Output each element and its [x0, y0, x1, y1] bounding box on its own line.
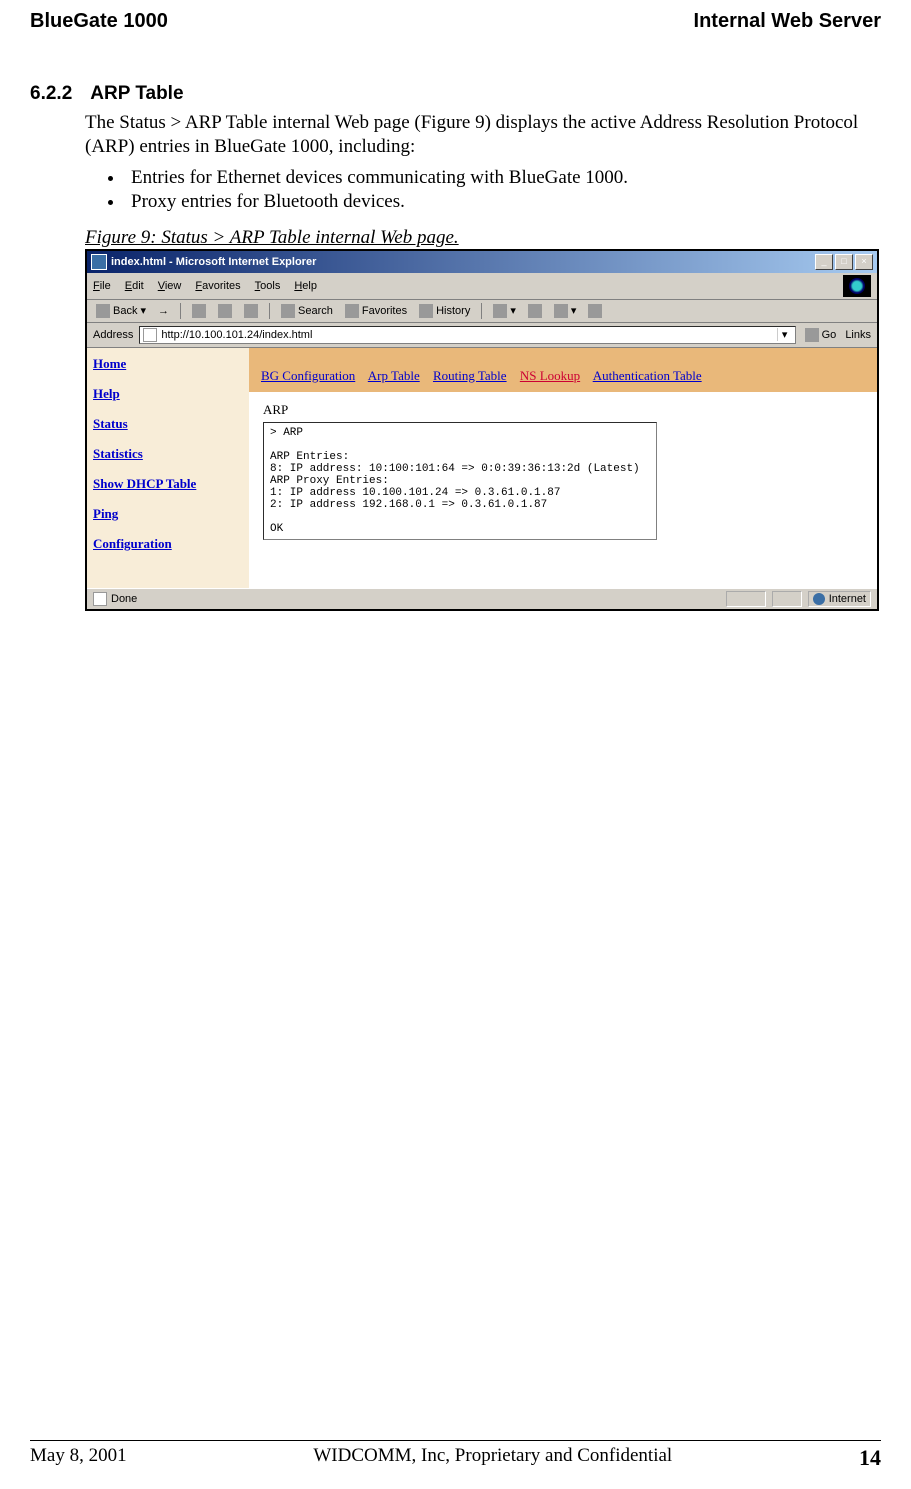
maximize-button[interactable]: □ [835, 254, 853, 270]
arp-terminal-output: > ARP ARP Entries: 8: IP address: 10:100… [263, 422, 657, 540]
address-value: http://10.100.101.24/index.html [161, 329, 772, 341]
footer-page-number: 14 [859, 1445, 881, 1471]
status-segment [726, 591, 766, 607]
favorites-icon [345, 304, 359, 318]
tab-routing-table[interactable]: Routing Table [433, 368, 507, 383]
arp-heading: ARP [263, 402, 863, 418]
window-title: index.html - Microsoft Internet Explorer [111, 256, 815, 268]
tab-arp-table[interactable]: Arp Table [368, 368, 420, 383]
address-input[interactable]: http://10.100.101.24/index.html ▾ [139, 326, 795, 344]
stop-icon [192, 304, 206, 318]
section-heading: 6.2.2 ARP Table [30, 83, 881, 105]
refresh-button[interactable] [215, 303, 235, 319]
statusbar: Done Internet [87, 588, 877, 609]
search-icon [281, 304, 295, 318]
home-icon [244, 304, 258, 318]
tab-band: BG Configuration Arp Table Routing Table… [249, 348, 877, 392]
page-header: BlueGate 1000 Internal Web Server [30, 10, 881, 33]
tab-ns-lookup[interactable]: NS Lookup [520, 368, 580, 383]
links-label[interactable]: Links [845, 329, 871, 341]
ie-logo-icon [843, 275, 871, 297]
sidebar-item-home[interactable]: Home [93, 356, 243, 372]
status-segment [772, 591, 802, 607]
stop-button[interactable] [189, 303, 209, 319]
sidebar-item-help[interactable]: Help [93, 386, 243, 402]
minimize-button[interactable]: _ [815, 254, 833, 270]
menu-help[interactable]: Help [294, 280, 317, 292]
favorites-button[interactable]: Favorites [342, 303, 410, 319]
figure-caption: Figure 9: Status > ARP Table internal We… [85, 227, 881, 249]
header-left: BlueGate 1000 [30, 10, 168, 33]
footer-date: May 8, 2001 [30, 1445, 127, 1471]
menu-view[interactable]: View [158, 280, 182, 292]
intro-paragraph: The Status > ARP Table internal Web page… [85, 111, 881, 159]
toolbar: Back ▾ → Search Favorites History ▾ ▾ [87, 300, 877, 323]
page-footer: May 8, 2001 WIDCOMM, Inc, Proprietary an… [30, 1440, 881, 1471]
footer-confidential: WIDCOMM, Inc, Proprietary and Confidenti… [127, 1445, 859, 1471]
addressbar: Address http://10.100.101.24/index.html … [87, 323, 877, 348]
sidebar-item-ping[interactable]: Ping [93, 506, 243, 522]
sidebar-item-status[interactable]: Status [93, 416, 243, 432]
history-button[interactable]: History [416, 303, 473, 319]
mail-button[interactable]: ▾ [490, 303, 519, 319]
back-icon [96, 304, 110, 318]
header-right: Internal Web Server [694, 10, 881, 33]
print-icon [528, 304, 542, 318]
back-button[interactable]: Back ▾ [93, 303, 149, 319]
sidebar-item-dhcp[interactable]: Show DHCP Table [93, 476, 243, 492]
bullet-item: Entries for Ethernet devices communicati… [125, 167, 881, 189]
go-button[interactable]: Go [802, 327, 840, 343]
status-page-icon [93, 592, 107, 606]
tab-bg-config[interactable]: BG Configuration [261, 368, 355, 383]
print-button[interactable] [525, 303, 545, 319]
menu-edit[interactable]: Edit [125, 280, 144, 292]
menu-file[interactable]: File [93, 280, 111, 292]
titlebar: index.html - Microsoft Internet Explorer… [87, 251, 877, 273]
go-icon [805, 328, 819, 342]
page-icon [143, 328, 157, 342]
browser-window: index.html - Microsoft Internet Explorer… [85, 249, 879, 611]
edit-button[interactable]: ▾ [551, 303, 580, 319]
internet-icon [813, 593, 825, 605]
address-label: Address [93, 329, 133, 341]
refresh-icon [218, 304, 232, 318]
home-button[interactable] [241, 303, 261, 319]
content-area: Home Help Status Statistics Show DHCP Ta… [87, 348, 877, 588]
search-button[interactable]: Search [278, 303, 336, 319]
sidebar-item-configuration[interactable]: Configuration [93, 536, 243, 552]
status-zone-text: Internet [829, 593, 866, 605]
section-number: 6.2.2 [30, 83, 72, 105]
history-icon [419, 304, 433, 318]
menubar: File Edit View Favorites Tools Help [87, 273, 877, 300]
sidebar-item-statistics[interactable]: Statistics [93, 446, 243, 462]
bullet-item: Proxy entries for Bluetooth devices. [125, 191, 881, 213]
mail-icon [493, 304, 507, 318]
close-button[interactable]: × [855, 254, 873, 270]
discuss-button[interactable] [585, 303, 605, 319]
sidebar: Home Help Status Statistics Show DHCP Ta… [87, 348, 249, 588]
address-dropdown-icon[interactable]: ▾ [777, 328, 792, 341]
main-pane: BG Configuration Arp Table Routing Table… [249, 348, 877, 588]
edit-icon [554, 304, 568, 318]
status-text: Done [111, 593, 137, 605]
discuss-icon [588, 304, 602, 318]
tab-auth-table[interactable]: Authentication Table [593, 368, 702, 383]
forward-button[interactable]: → [155, 304, 172, 318]
menu-favorites[interactable]: Favorites [195, 280, 240, 292]
bullet-list: Entries for Ethernet devices communicati… [85, 167, 881, 213]
status-zone: Internet [808, 591, 871, 607]
ie-page-icon [91, 254, 107, 270]
menu-tools[interactable]: Tools [255, 280, 281, 292]
section-title: ARP Table [90, 83, 183, 104]
